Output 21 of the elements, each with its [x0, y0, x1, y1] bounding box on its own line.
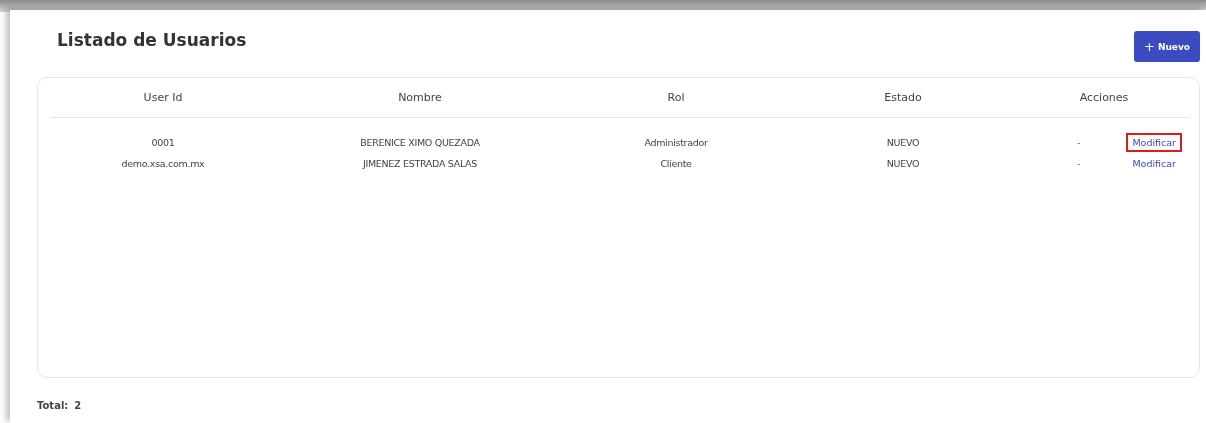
table-cell-text: NUEVO: [885, 158, 921, 169]
modify-link[interactable]: Modificar: [1126, 133, 1182, 152]
column-header: Rol: [666, 91, 686, 104]
table-cell-text: 0001: [150, 137, 176, 148]
total-value: 2: [74, 400, 82, 411]
table-cell-text: Cliente: [659, 158, 693, 169]
total-label: Total:: [37, 400, 69, 411]
table-cell-text: BERENICE XIMO QUEZADA: [359, 137, 481, 148]
column-header: User Id: [142, 91, 184, 104]
table-cell: -: [1077, 137, 1081, 148]
column-header: Estado: [883, 91, 923, 104]
column-header: Nombre: [397, 91, 443, 104]
column-header: Acciones: [1078, 91, 1130, 104]
table-cell-text: NUEVO: [885, 137, 921, 148]
page-title: Listado de Usuarios: [57, 30, 247, 50]
new-button[interactable]: + Nuevo: [1134, 31, 1200, 62]
table-cell: -: [1077, 158, 1081, 169]
table-cell-text: demo.xsa.com.mx: [120, 158, 206, 169]
table-cell-text: JIMENEZ ESTRADA SALAS: [361, 158, 479, 169]
table-cell-text: Administrador: [643, 137, 709, 148]
modify-link[interactable]: Modificar: [1126, 154, 1182, 173]
